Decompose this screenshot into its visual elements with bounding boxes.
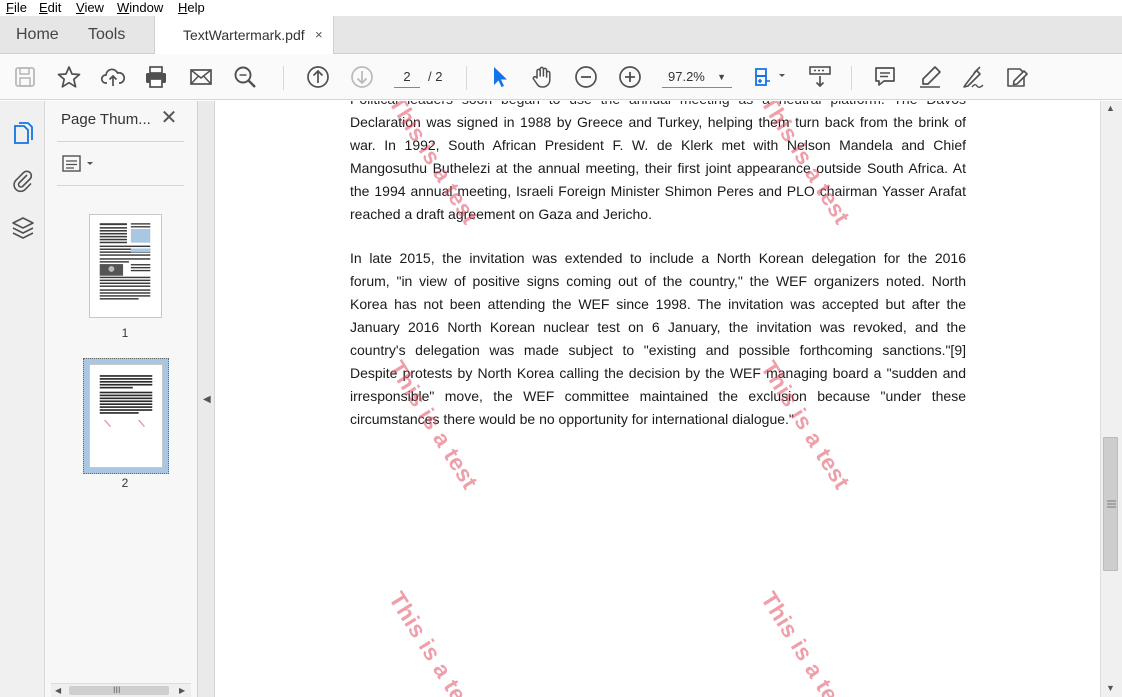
- select-cursor-icon[interactable]: [486, 64, 512, 90]
- menu-window[interactable]: Window: [117, 0, 163, 15]
- watermark-text: This is a test: [383, 587, 484, 697]
- menu-file[interactable]: File: [6, 0, 27, 15]
- text-line: Despite protests by North Korea calling …: [350, 365, 966, 381]
- page-total: / 2: [428, 69, 443, 84]
- menu-help[interactable]: Help: [178, 0, 205, 15]
- fit-page-icon[interactable]: [752, 64, 788, 90]
- next-page-icon[interactable]: [349, 64, 375, 90]
- document-paragraph-2: In late 2015, the invitation was extende…: [350, 247, 966, 431]
- navigation-rail: [0, 101, 45, 697]
- tab-bar: Home Tools TextWartermark.pdf ×: [0, 16, 1122, 55]
- page-thumbnails-icon[interactable]: [10, 121, 36, 147]
- zoom-in-icon[interactable]: [617, 64, 643, 90]
- save-icon[interactable]: [12, 64, 38, 90]
- find-zoom-icon[interactable]: [232, 64, 258, 90]
- document-vertical-scrollbar[interactable]: ▲ ▼: [1100, 101, 1122, 697]
- highlight-pen-icon[interactable]: [917, 64, 943, 90]
- text-line: January 2016 North Korean nuclear test o…: [350, 319, 966, 335]
- close-icon[interactable]: ×: [315, 16, 323, 54]
- scrollbar-grip: III: [113, 685, 121, 695]
- sign-pen-icon[interactable]: [960, 64, 986, 90]
- chevron-left-icon: ◀: [203, 394, 211, 405]
- scrollbar-thumb[interactable]: [1103, 437, 1118, 571]
- thumbnail-label-2: 2: [121, 476, 129, 490]
- tab-document[interactable]: TextWartermark.pdf ×: [154, 16, 334, 55]
- toolbar-separator: [466, 66, 467, 90]
- attachment-icon[interactable]: [10, 167, 36, 193]
- panel-divider: [57, 141, 184, 142]
- text-line: In late 2015, the invitation was extende…: [350, 250, 966, 266]
- thumbnail-page-1[interactable]: [89, 214, 162, 318]
- edit-pdf-icon[interactable]: [1004, 64, 1030, 90]
- thumbnail-page-2[interactable]: [89, 364, 163, 468]
- text-line: country's delegation was made subject to…: [350, 342, 966, 358]
- toolbar-separator: [283, 66, 284, 90]
- chevron-down-icon: ▼: [717, 72, 726, 82]
- text-line: Declaration was signed in 1988 by Greece…: [350, 114, 966, 130]
- print-icon[interactable]: [143, 64, 169, 90]
- scroll-down-icon[interactable]: ▼: [1106, 683, 1115, 693]
- text-line: Political leaders soon began to use the …: [350, 101, 966, 111]
- zoom-out-icon[interactable]: [573, 64, 599, 90]
- thumbnail-options-button[interactable]: [61, 153, 99, 175]
- text-line: irresponsible" move, the WEF committee m…: [350, 388, 966, 404]
- panel-divider: [57, 185, 184, 186]
- scroll-left-icon[interactable]: ◀: [55, 684, 61, 697]
- text-line: Korea has not been attending the WEF sin…: [350, 296, 966, 312]
- tab-tools[interactable]: Tools: [88, 16, 125, 54]
- scrollbar-grip-icon: [1107, 500, 1116, 508]
- thumbnail-label-1: 1: [121, 326, 129, 340]
- panel-collapse-handle[interactable]: ◀: [198, 101, 215, 697]
- bookmark-star-icon[interactable]: [56, 64, 82, 90]
- zoom-level-select[interactable]: 97.2% ▼: [662, 66, 732, 88]
- hand-tool-icon[interactable]: [529, 64, 555, 90]
- previous-page-icon[interactable]: [305, 64, 331, 90]
- menu-bar: File Edit View Window Help: [0, 0, 1122, 16]
- email-icon[interactable]: [188, 64, 214, 90]
- tab-home[interactable]: Home: [16, 16, 59, 54]
- upload-cloud-icon[interactable]: [100, 64, 126, 90]
- page-thumbnails-panel: Page Thum... ✕ 1 2 ◀ III ▶: [45, 101, 198, 697]
- thumbnail-horizontal-scrollbar[interactable]: ◀ III ▶: [51, 683, 191, 697]
- page-number-input[interactable]: 2: [394, 66, 420, 88]
- toolbar: 2 / 2 97.2% ▼: [0, 54, 1122, 100]
- menu-view[interactable]: View: [76, 0, 104, 15]
- layers-icon[interactable]: [10, 215, 36, 241]
- menu-edit[interactable]: Edit: [39, 0, 61, 15]
- scroll-mode-icon[interactable]: [807, 64, 833, 90]
- text-line: forum, "in view of positive signs coming…: [350, 273, 966, 289]
- text-line: reached a draft agreement on Gaza and Je…: [350, 206, 652, 222]
- document-tab-label: TextWartermark.pdf: [183, 27, 305, 43]
- document-view[interactable]: Political leaders soon began to use the …: [216, 101, 1100, 697]
- close-icon[interactable]: ✕: [159, 107, 179, 129]
- toolbar-separator: [851, 66, 852, 90]
- scroll-up-icon[interactable]: ▲: [1106, 103, 1115, 113]
- scroll-right-icon[interactable]: ▶: [179, 684, 185, 697]
- comment-icon[interactable]: [872, 64, 898, 90]
- acrobat-window: File Edit View Window Help Home Tools Te…: [0, 0, 1122, 697]
- zoom-level-value: 97.2%: [668, 69, 705, 84]
- panel-title: Page Thum...: [61, 111, 151, 128]
- watermark-text: This is a test: [755, 587, 856, 697]
